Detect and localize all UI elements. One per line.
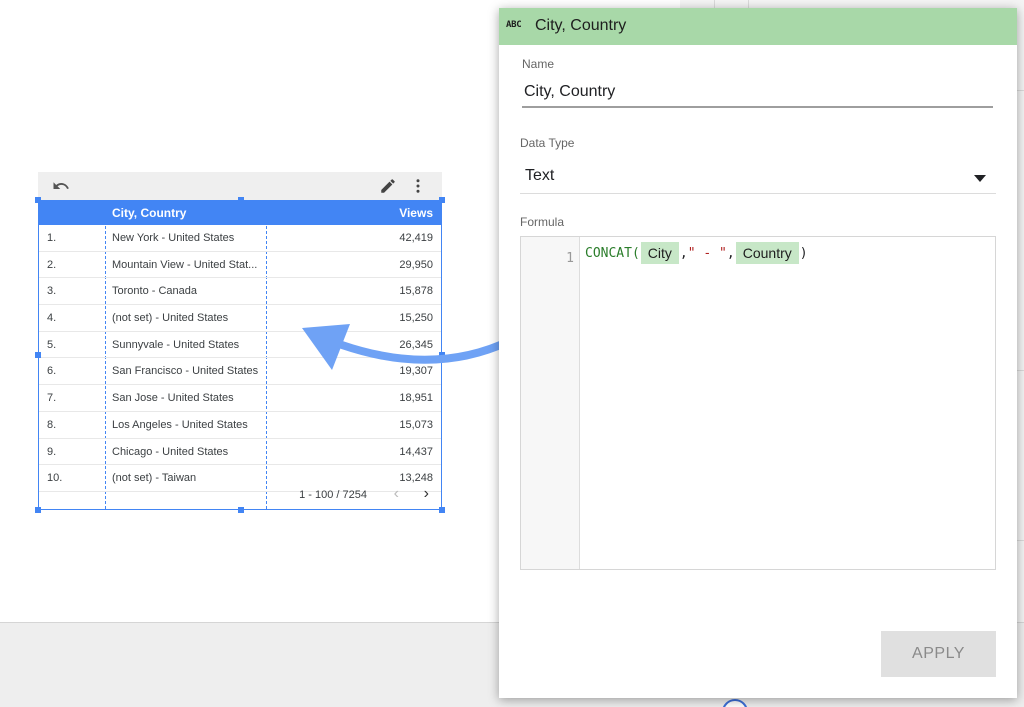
- row-index: 4.: [47, 312, 57, 325]
- table-row[interactable]: 1. New York - United States 42,419: [39, 225, 441, 252]
- table-row[interactable]: 2. Mountain View - United Stat... 29,950: [39, 252, 441, 279]
- name-label: Name: [522, 57, 555, 71]
- row-views: 14,437: [399, 445, 433, 458]
- table-header: City, Country Views: [39, 201, 441, 225]
- row-city: Mountain View - United Stat...: [112, 258, 258, 271]
- row-city: Sunnyvale - United States: [112, 338, 240, 351]
- resize-handle[interactable]: [35, 507, 41, 513]
- table-row[interactable]: 8. Los Angeles - United States 15,073: [39, 412, 441, 439]
- table-row[interactable]: 9. Chicago - United States 14,437: [39, 439, 441, 466]
- resize-handle[interactable]: [238, 197, 244, 203]
- name-field[interactable]: [522, 78, 993, 108]
- row-views: 29,950: [399, 258, 433, 271]
- row-index: 8.: [47, 418, 57, 431]
- formula-editor[interactable]: 1 CONCAT( City , " - " , Country ): [520, 236, 996, 570]
- resize-handle[interactable]: [35, 352, 41, 358]
- row-city: Los Angeles - United States: [112, 418, 248, 431]
- text-type-icon: ABC: [506, 20, 522, 30]
- widget-toolbar: [38, 172, 442, 200]
- calculated-field-panel: ABC City, Country Name Data Type Text Fo…: [499, 8, 1017, 698]
- formula-comma: ,: [679, 245, 688, 261]
- column-header-city[interactable]: City, Country: [112, 206, 186, 220]
- row-city: San Jose - United States: [112, 392, 234, 405]
- data-type-select[interactable]: Text: [520, 162, 996, 194]
- next-page-icon[interactable]: ›: [424, 485, 429, 503]
- row-index: 2.: [47, 258, 57, 271]
- row-index: 6.: [47, 365, 57, 378]
- dropdown-arrow-icon[interactable]: [974, 175, 986, 182]
- resize-handle[interactable]: [439, 507, 445, 513]
- undo-icon[interactable]: [52, 177, 70, 195]
- formula-string: " - ": [687, 245, 727, 261]
- row-index: 1.: [47, 232, 57, 244]
- data-type-value: Text: [525, 167, 555, 184]
- field-chip-country[interactable]: Country: [735, 242, 799, 264]
- formula-comma: ,: [726, 245, 735, 261]
- row-city: Toronto - Canada: [112, 285, 197, 298]
- row-index: 9.: [47, 445, 57, 458]
- panel-header: ABC City, Country: [499, 8, 1017, 45]
- row-index: 5.: [47, 338, 57, 351]
- row-views: 15,073: [399, 418, 433, 431]
- pencil-icon[interactable]: [379, 177, 397, 195]
- row-views: 15,878: [399, 285, 433, 298]
- row-index: 7.: [47, 392, 57, 405]
- resize-handle[interactable]: [35, 197, 41, 203]
- formula-code[interactable]: CONCAT( City , " - " , Country ): [585, 240, 808, 266]
- row-city: (not set) - United States: [112, 312, 229, 325]
- row-city: San Francisco - United States: [112, 365, 259, 378]
- pagination-range: 1 - 100 / 7254: [299, 489, 367, 501]
- row-city: New York - United States: [112, 232, 235, 244]
- pagination: 1 - 100 / 7254 ‹ ›: [39, 483, 441, 509]
- prev-page-icon[interactable]: ‹: [394, 485, 399, 503]
- line-number-gutter: 1: [521, 237, 580, 569]
- resize-handle[interactable]: [439, 197, 445, 203]
- resize-handle[interactable]: [238, 507, 244, 513]
- formula-close-paren: ): [799, 245, 808, 261]
- line-number: 1: [566, 251, 574, 266]
- column-header-views[interactable]: Views: [399, 206, 433, 220]
- formula-function: CONCAT(: [585, 245, 640, 261]
- field-chip-city[interactable]: City: [640, 242, 679, 264]
- table-row[interactable]: 3. Toronto - Canada 15,878: [39, 278, 441, 306]
- row-views: 18,951: [399, 392, 433, 405]
- panel-title: City, Country: [535, 17, 627, 34]
- row-index: 3.: [47, 285, 57, 298]
- more-vert-icon[interactable]: [409, 177, 427, 195]
- row-city: Chicago - United States: [112, 445, 229, 458]
- data-type-label: Data Type: [520, 136, 575, 150]
- formula-label: Formula: [520, 215, 565, 229]
- apply-button[interactable]: APPLY: [881, 631, 996, 677]
- row-views: 42,419: [399, 232, 433, 244]
